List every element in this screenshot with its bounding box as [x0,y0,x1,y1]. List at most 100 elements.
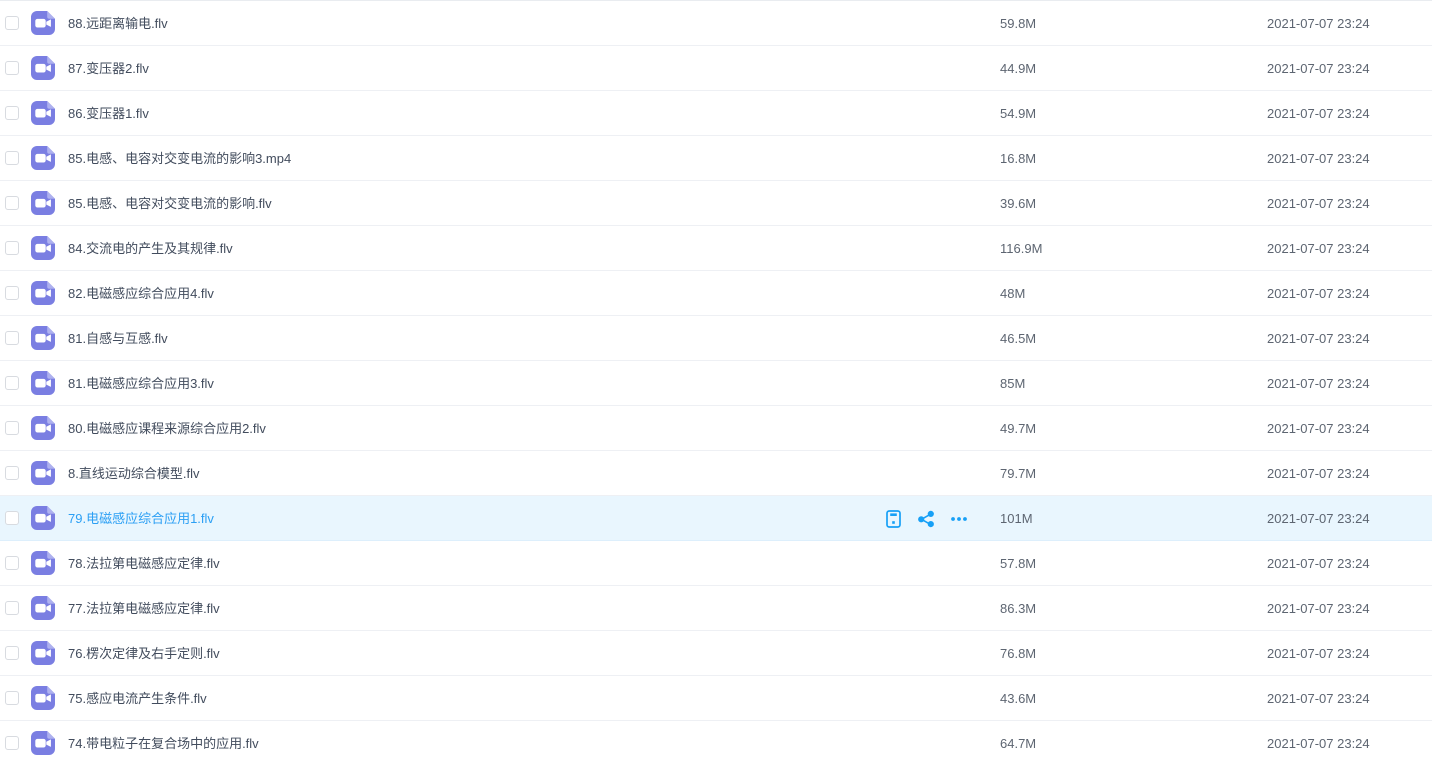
video-file-icon [31,281,55,305]
file-modified-date: 2021-07-07 23:24 [1267,271,1370,316]
file-modified-date: 2021-07-07 23:24 [1267,316,1370,361]
file-row[interactable]: 8.直线运动综合模型.flv [0,451,1432,496]
file-size: 64.7M [1000,721,1036,759]
file-row[interactable]: 86.变压器1.flv [0,91,1432,136]
video-file-icon [31,596,55,620]
row-checkbox[interactable] [5,16,19,30]
file-name-link[interactable]: 88.远距离输电.flv [68,1,168,46]
file-name-link[interactable]: 79.电磁感应综合应用1.flv [68,496,214,541]
file-modified-date: 2021-07-07 23:24 [1267,226,1370,271]
file-row[interactable]: 84.交流电的产生及其规律.flv [0,226,1432,271]
file-size: 49.7M [1000,406,1036,451]
file-name-link[interactable]: 81.电磁感应综合应用3.flv [68,361,214,406]
row-checkbox[interactable] [5,286,19,300]
file-row[interactable]: 85.电感、电容对交变电流的影响.flv [0,181,1432,226]
file-row[interactable]: 88.远距离输电.flv [0,1,1432,46]
row-checkbox[interactable] [5,151,19,165]
video-file-icon [31,686,55,710]
file-list: 88.远距离输电.flv [0,0,1432,759]
file-row[interactable]: 80.电磁感应课程来源综合应用2.flv [0,406,1432,451]
file-name-link[interactable]: 78.法拉第电磁感应定律.flv [68,541,220,586]
video-file-icon [31,56,55,80]
file-row[interactable]: 77.法拉第电磁感应定律.flv [0,586,1432,631]
file-modified-date: 2021-07-07 23:24 [1267,136,1370,181]
file-modified-date: 2021-07-07 23:24 [1267,361,1370,406]
file-row[interactable]: 81.自感与互感.flv [0,316,1432,361]
video-file-icon [31,506,55,530]
row-actions [884,496,968,541]
file-name-link[interactable]: 87.变压器2.flv [68,46,149,91]
file-name-link[interactable]: 80.电磁感应课程来源综合应用2.flv [68,406,266,451]
file-name-link[interactable]: 77.法拉第电磁感应定律.flv [68,586,220,631]
video-file-icon [31,146,55,170]
file-name-link[interactable]: 81.自感与互感.flv [68,316,168,361]
file-row[interactable]: 78.法拉第电磁感应定律.flv [0,541,1432,586]
file-row[interactable]: 74.带电粒子在复合场中的应用.flv [0,721,1432,759]
file-modified-date: 2021-07-07 23:24 [1267,46,1370,91]
row-checkbox[interactable] [5,241,19,255]
row-checkbox[interactable] [5,376,19,390]
row-checkbox[interactable] [5,466,19,480]
file-size: 44.9M [1000,46,1036,91]
file-size: 43.6M [1000,676,1036,721]
file-modified-date: 2021-07-07 23:24 [1267,586,1370,631]
file-size: 16.8M [1000,136,1036,181]
file-size: 85M [1000,361,1025,406]
video-file-icon [31,551,55,575]
row-checkbox[interactable] [5,331,19,345]
video-file-icon [31,641,55,665]
video-file-icon [31,731,55,755]
file-name-link[interactable]: 85.电感、电容对交变电流的影响3.mp4 [68,136,291,181]
file-modified-date: 2021-07-07 23:24 [1267,721,1370,759]
file-size: 79.7M [1000,451,1036,496]
row-checkbox[interactable] [5,556,19,570]
file-row[interactable]: 82.电磁感应综合应用4.flv [0,271,1432,316]
file-name-link[interactable]: 85.电感、电容对交变电流的影响.flv [68,181,272,226]
file-name-link[interactable]: 86.变压器1.flv [68,91,149,136]
share-icon[interactable] [917,510,935,528]
row-checkbox[interactable] [5,646,19,660]
video-file-icon [31,191,55,215]
file-row[interactable]: 85.电感、电容对交变电流的影响3.mp4 [0,136,1432,181]
row-checkbox[interactable] [5,106,19,120]
file-size: 46.5M [1000,316,1036,361]
file-modified-date: 2021-07-07 23:24 [1267,406,1370,451]
file-size: 57.8M [1000,541,1036,586]
file-size: 48M [1000,271,1025,316]
video-file-icon [31,101,55,125]
file-name-link[interactable]: 84.交流电的产生及其规律.flv [68,226,233,271]
file-size: 116.9M [1000,226,1042,271]
file-size: 39.6M [1000,181,1036,226]
file-row[interactable]: 87.变压器2.flv [0,46,1432,91]
file-row[interactable]: 76.楞次定律及右手定则.flv [0,631,1432,676]
file-modified-date: 2021-07-07 23:24 [1267,181,1370,226]
file-size: 54.9M [1000,91,1036,136]
row-checkbox[interactable] [5,691,19,705]
file-name-link[interactable]: 8.直线运动综合模型.flv [68,451,199,496]
file-row[interactable]: 75.感应电流产生条件.flv [0,676,1432,721]
file-modified-date: 2021-07-07 23:24 [1267,541,1370,586]
video-file-icon [31,371,55,395]
file-name-link[interactable]: 82.电磁感应综合应用4.flv [68,271,214,316]
row-checkbox[interactable] [5,601,19,615]
file-name-link[interactable]: 76.楞次定律及右手定则.flv [68,631,220,676]
file-row[interactable]: 81.电磁感应综合应用3.flv [0,361,1432,406]
more-actions-icon[interactable] [950,510,968,528]
file-modified-date: 2021-07-07 23:24 [1267,676,1370,721]
file-name-link[interactable]: 75.感应电流产生条件.flv [68,676,207,721]
video-file-icon [31,11,55,35]
file-size: 101M [1000,496,1033,541]
file-modified-date: 2021-07-07 23:24 [1267,451,1370,496]
row-checkbox[interactable] [5,736,19,750]
row-checkbox[interactable] [5,421,19,435]
file-size: 59.8M [1000,1,1036,46]
row-checkbox[interactable] [5,61,19,75]
file-name-link[interactable]: 74.带电粒子在复合场中的应用.flv [68,721,259,759]
row-checkbox[interactable] [5,511,19,525]
video-file-icon [31,416,55,440]
row-checkbox[interactable] [5,196,19,210]
file-row[interactable]: 79.电磁感应综合应用1.flv [0,496,1432,541]
send-to-phone-icon[interactable] [884,510,902,528]
video-file-icon [31,236,55,260]
video-file-icon [31,326,55,350]
